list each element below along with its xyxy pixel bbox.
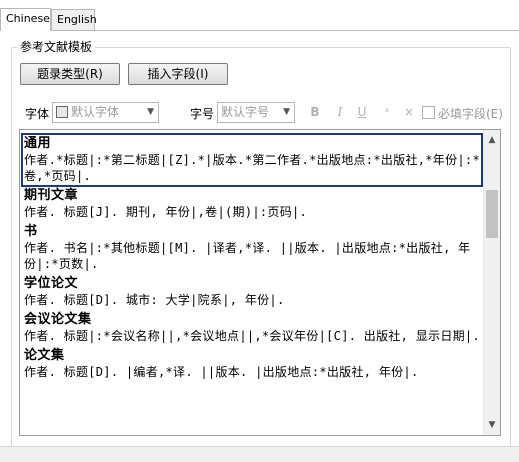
entry-body: 作者.*标题|:*第二标题|[Z].*|版本.*第二作者.*出版地点:*出版社,… [24,153,480,183]
entry-body: 作者. 书名|:*其他标题|[M]. |译者,*译. ||版本. |出版地点:*… [24,241,471,271]
chevron-down-icon: ▼ [147,107,154,117]
template-entry-general[interactable]: 通用 作者.*标题|:*第二标题|[Z].*|版本.*第二作者.*出版地点:*出… [21,133,483,187]
required-field-label: 必填字段(E) [438,107,503,121]
underline-button[interactable]: U [355,105,369,119]
font-icon [56,106,68,118]
tab-bar: Chinese English [0,0,519,31]
size-label: 字号 [190,107,215,121]
template-entry-journal[interactable]: 期刊文章 作者. 标题[J]. 期刊, 年份|,卷|(期)|:页码|. [24,188,480,220]
vertical-scrollbar[interactable]: ▲ ▼ [483,130,500,435]
entry-body: 作者. 标题[D]. 城市: 大学|院系|, 年份|. [24,293,285,307]
entry-title: 会议论文集 [24,312,92,327]
bold-button[interactable]: B [308,105,322,119]
insert-field-button[interactable]: 插入字段(I) [128,63,228,85]
superscript-button[interactable]: ˣ [380,105,394,119]
chevron-down-icon: ▼ [283,107,290,117]
clear-format-button[interactable]: × [402,105,416,119]
template-entry-collection[interactable]: 论文集 作者. 标题[D]. |编者,*译. ||版本. |出版地点:*出版社,… [24,348,480,380]
chevron-down-icon[interactable]: ▼ [484,417,500,433]
chevron-up-icon[interactable]: ▲ [484,132,500,148]
size-value: 默认字号 [221,105,270,119]
entry-title: 期刊文章 [24,188,79,203]
bottom-strip [0,446,519,462]
group-title: 参考文献模板 [17,38,96,55]
entry-title: 学位论文 [24,276,79,291]
tab-english[interactable]: English [51,9,97,30]
format-toolbar: 字体 默认字体 ▼ 字号 默认字号 ▼ B I U ˣ × 必填字段(E) [0,101,519,125]
required-field-checkbox[interactable] [422,106,435,119]
scrollbar-thumb[interactable] [486,190,498,238]
font-label: 字体 [25,107,50,121]
font-value: 默认字体 [71,105,120,119]
entry-body: 作者. 标题|:*会议名称||,*会议地点||,*会议年份|[C]. 出版社, … [24,329,480,343]
entry-body: 作者. 标题[D]. |编者,*译. ||版本. |出版地点:*出版社, 年份|… [24,365,419,379]
entry-type-button[interactable]: 题录类型(R) [20,63,120,85]
template-entry-proceedings[interactable]: 会议论文集 作者. 标题|:*会议名称||,*会议地点||,*会议年份|[C].… [24,312,480,344]
entry-title: 论文集 [24,348,65,363]
italic-button[interactable]: I [333,105,347,119]
template-editor[interactable]: 通用 作者.*标题|:*第二标题|[Z].*|版本.*第二作者.*出版地点:*出… [19,129,501,436]
template-entry-thesis[interactable]: 学位论文 作者. 标题[D]. 城市: 大学|院系|, 年份|. [24,276,480,308]
entry-title: 书 [24,224,38,239]
template-content: 通用 作者.*标题|:*第二标题|[Z].*|版本.*第二作者.*出版地点:*出… [21,133,483,384]
entry-body: 作者. 标题[J]. 期刊, 年份|,卷|(期)|:页码|. [24,205,308,219]
template-entry-book[interactable]: 书 作者. 书名|:*其他标题|[M]. |译者,*译. ||版本. |出版地点… [24,224,480,272]
entry-title: 通用 [24,136,52,151]
font-select[interactable]: 默认字体 ▼ [52,102,159,123]
tab-chinese[interactable]: Chinese [0,8,51,31]
size-select[interactable]: 默认字号 ▼ [217,102,295,123]
